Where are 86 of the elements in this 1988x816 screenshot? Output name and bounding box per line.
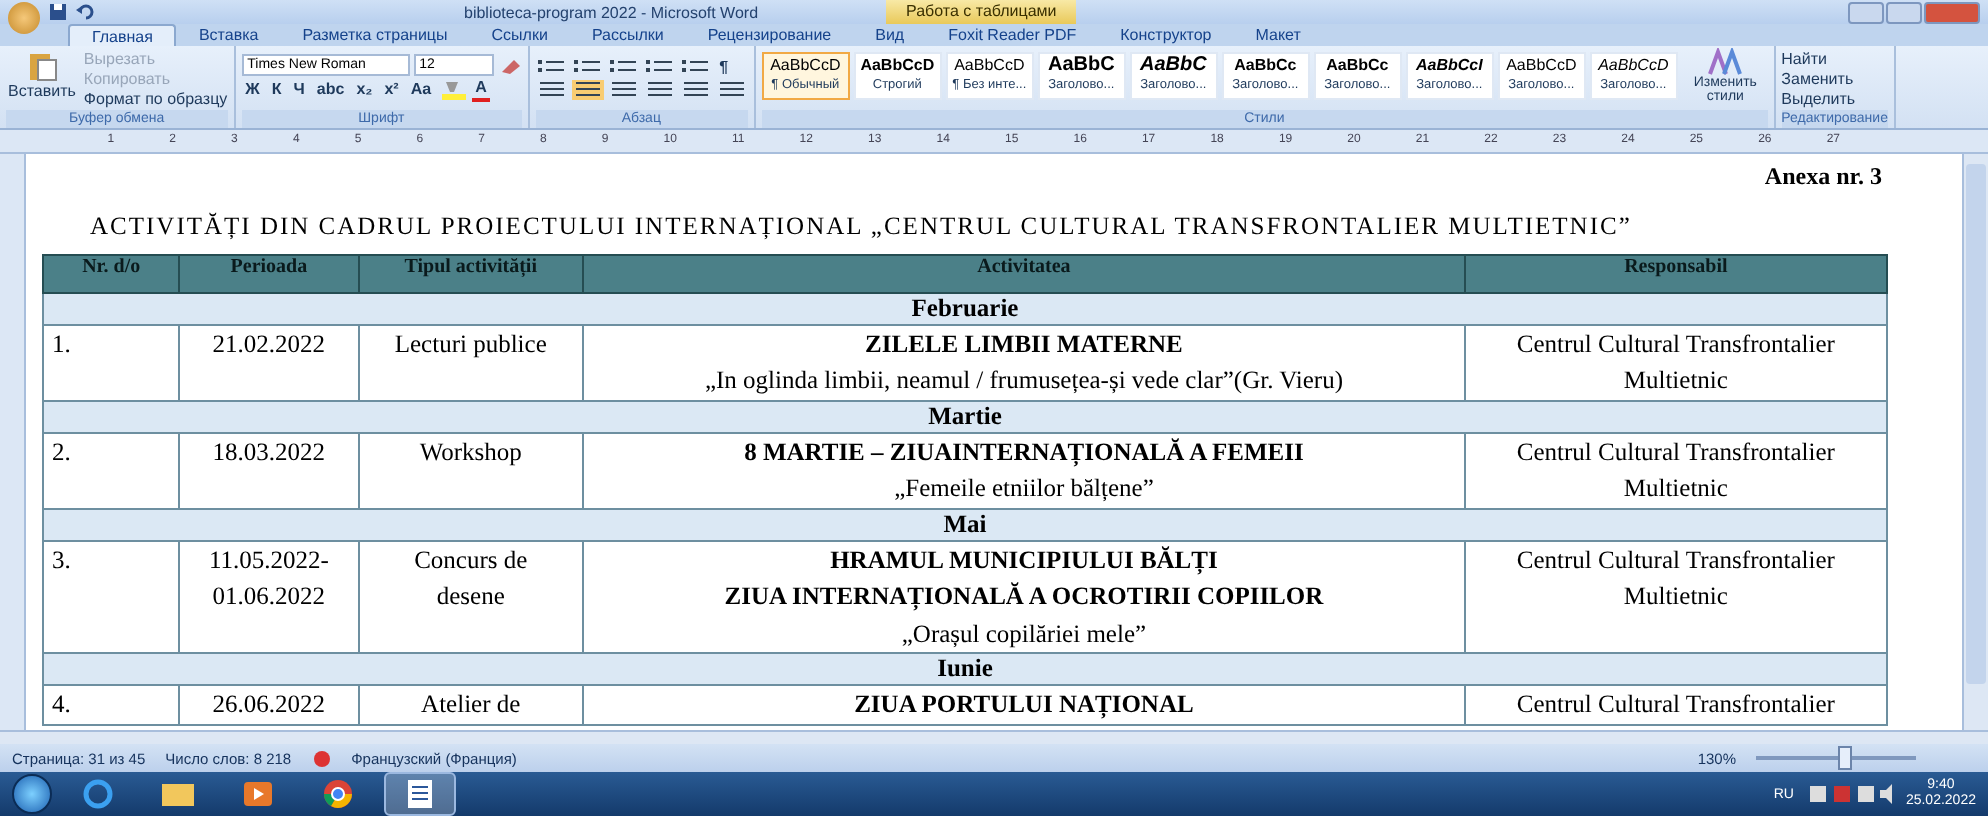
ribbon-tab[interactable]: Foxit Reader PDF bbox=[926, 24, 1099, 46]
document-icon bbox=[404, 778, 436, 810]
align-icon[interactable] bbox=[715, 79, 748, 100]
document-title: ACTIVITĂȚI DIN CADRUL PROIECTULUI INTERNAȚIONAL „CENTRUL CULTURAL TRANSFRONTALIER MULTIETNIC” bbox=[90, 211, 1634, 242]
activity-title: ZIUA INTERNAȚIONALĂ A OCROTIRII COPIILOR bbox=[722, 580, 1326, 615]
tray-icons-drawing[interactable] bbox=[1805, 784, 1894, 804]
format-button[interactable]: x² bbox=[380, 80, 403, 101]
month-row: Februarie bbox=[43, 292, 1887, 325]
table-cell: Centrul Cultural Transfrontalier bbox=[1464, 685, 1887, 725]
browser-icon bbox=[322, 778, 354, 810]
close-button[interactable] bbox=[1924, 1, 1980, 23]
activity-subtitle: „Femeile etniilor bălțene” bbox=[892, 472, 1156, 507]
editing-command[interactable]: Заменить bbox=[1781, 69, 1888, 88]
format-button[interactable]: Ч bbox=[289, 80, 309, 101]
editing-command[interactable]: Найти bbox=[1781, 49, 1888, 68]
window-title: biblioteca-program 2022 - Microsoft Word bbox=[464, 3, 759, 21]
font-color-button[interactable]: A bbox=[471, 78, 491, 103]
undo-icon[interactable] bbox=[76, 2, 96, 22]
table-cell: Centrul Cultural Transfrontalier Multietnic bbox=[1464, 432, 1887, 509]
table-cell: Workshop bbox=[358, 432, 584, 509]
list-icon[interactable] bbox=[571, 57, 604, 78]
align-icon[interactable] bbox=[607, 79, 640, 100]
table-cell: 21.02.2022 bbox=[179, 324, 359, 401]
activity-title: 8 MARTIE – ZIUAINTERNAȚIONALĂ A FEMEII bbox=[742, 435, 1306, 471]
spelling-icon[interactable] bbox=[311, 749, 332, 768]
list-icon[interactable] bbox=[679, 57, 712, 78]
activity-title: ZILELE LIMBII MATERNE bbox=[863, 327, 1185, 362]
align-icon[interactable] bbox=[679, 79, 712, 100]
month-row: Iunie bbox=[43, 653, 1887, 686]
table-cell: Atelier de bbox=[358, 685, 584, 725]
ribbon-tab[interactable]: Ссылки bbox=[469, 24, 570, 46]
table-cell: 18.03.2022 bbox=[179, 432, 359, 509]
ribbon-tab[interactable]: Макет bbox=[1233, 24, 1323, 46]
table-cell: 26.06.2022 bbox=[179, 685, 359, 725]
vertical-scrollbar[interactable] bbox=[1962, 153, 1988, 731]
format-button[interactable]: Aa bbox=[406, 80, 436, 101]
list-icon[interactable] bbox=[607, 57, 640, 78]
format-button[interactable]: Ж bbox=[241, 80, 264, 101]
ribbon-tab[interactable]: Конструктор bbox=[1098, 24, 1234, 46]
browser-icon bbox=[82, 778, 114, 810]
horizontal-scrollbar[interactable] bbox=[0, 730, 1988, 745]
play-icon bbox=[242, 780, 274, 808]
table-cell: 1. bbox=[43, 324, 180, 401]
format-button[interactable]: abc bbox=[312, 80, 349, 101]
ribbon-tab[interactable]: Главная bbox=[68, 24, 177, 46]
context-tab-title: Работа с таблицами bbox=[886, 0, 1077, 24]
editing-command[interactable]: Выделить bbox=[1781, 89, 1888, 108]
letters-icon bbox=[1707, 48, 1744, 76]
activity-title: HRAMUL MUNICIPIULUI BĂLȚI bbox=[828, 543, 1220, 579]
ribbon-tab[interactable]: Рассылки bbox=[569, 24, 686, 46]
clear-formatting-icon[interactable] bbox=[497, 55, 522, 76]
ribbon-tab[interactable]: Вид bbox=[853, 24, 927, 46]
clipboard-icon bbox=[25, 50, 58, 82]
align-icon[interactable] bbox=[571, 79, 604, 100]
clipboard-command[interactable]: Формат по образцу bbox=[83, 89, 228, 108]
paste-button[interactable]: Вставить bbox=[6, 48, 78, 110]
ribbon-tab[interactable]: Рецензирование bbox=[685, 24, 854, 46]
save-icon[interactable] bbox=[48, 2, 68, 22]
format-button[interactable]: К bbox=[267, 80, 286, 101]
activity-title: ZIUA PORTULUI NAȚIONAL bbox=[852, 688, 1196, 723]
align-icon[interactable] bbox=[643, 79, 676, 100]
list-icon[interactable] bbox=[643, 57, 676, 78]
table-cell: Centrul Cultural Transfrontalier Multietnic bbox=[1464, 324, 1887, 401]
month-row: Mai bbox=[43, 508, 1887, 541]
ribbon-tab[interactable]: Вставка bbox=[176, 24, 281, 46]
folder-icon bbox=[160, 780, 196, 808]
taskbar-app[interactable] bbox=[384, 772, 456, 816]
column-header: Nr. d/o bbox=[43, 254, 180, 293]
table-cell: Lecturi publice bbox=[358, 324, 584, 401]
activity-subtitle: „In oglinda limbii, neamul / frumusețea-și vede clar”(Gr. Vieru) bbox=[702, 364, 1345, 399]
column-header: Activitatea bbox=[583, 254, 1465, 293]
column-header: Responsabil bbox=[1464, 254, 1887, 293]
pilcrow-button[interactable]: ¶ bbox=[715, 57, 733, 78]
table-cell: 4. bbox=[43, 685, 180, 725]
format-button[interactable]: x₂ bbox=[352, 80, 377, 101]
align-icon[interactable] bbox=[535, 79, 568, 100]
annex-label: Anexa nr. 3 bbox=[1762, 161, 1884, 192]
list-icon[interactable] bbox=[535, 57, 568, 78]
table-cell: 2. bbox=[43, 432, 180, 509]
ribbon-tab[interactable]: Разметка страницы bbox=[280, 24, 470, 46]
activity-subtitle: „Orașul copilăriei mele” bbox=[899, 617, 1149, 652]
column-header: Tipul activității bbox=[358, 254, 584, 293]
zoom-thumb[interactable] bbox=[1838, 746, 1852, 771]
month-row: Martie bbox=[43, 400, 1887, 433]
start-button[interactable] bbox=[12, 774, 52, 814]
column-header: Perioada bbox=[179, 254, 359, 293]
